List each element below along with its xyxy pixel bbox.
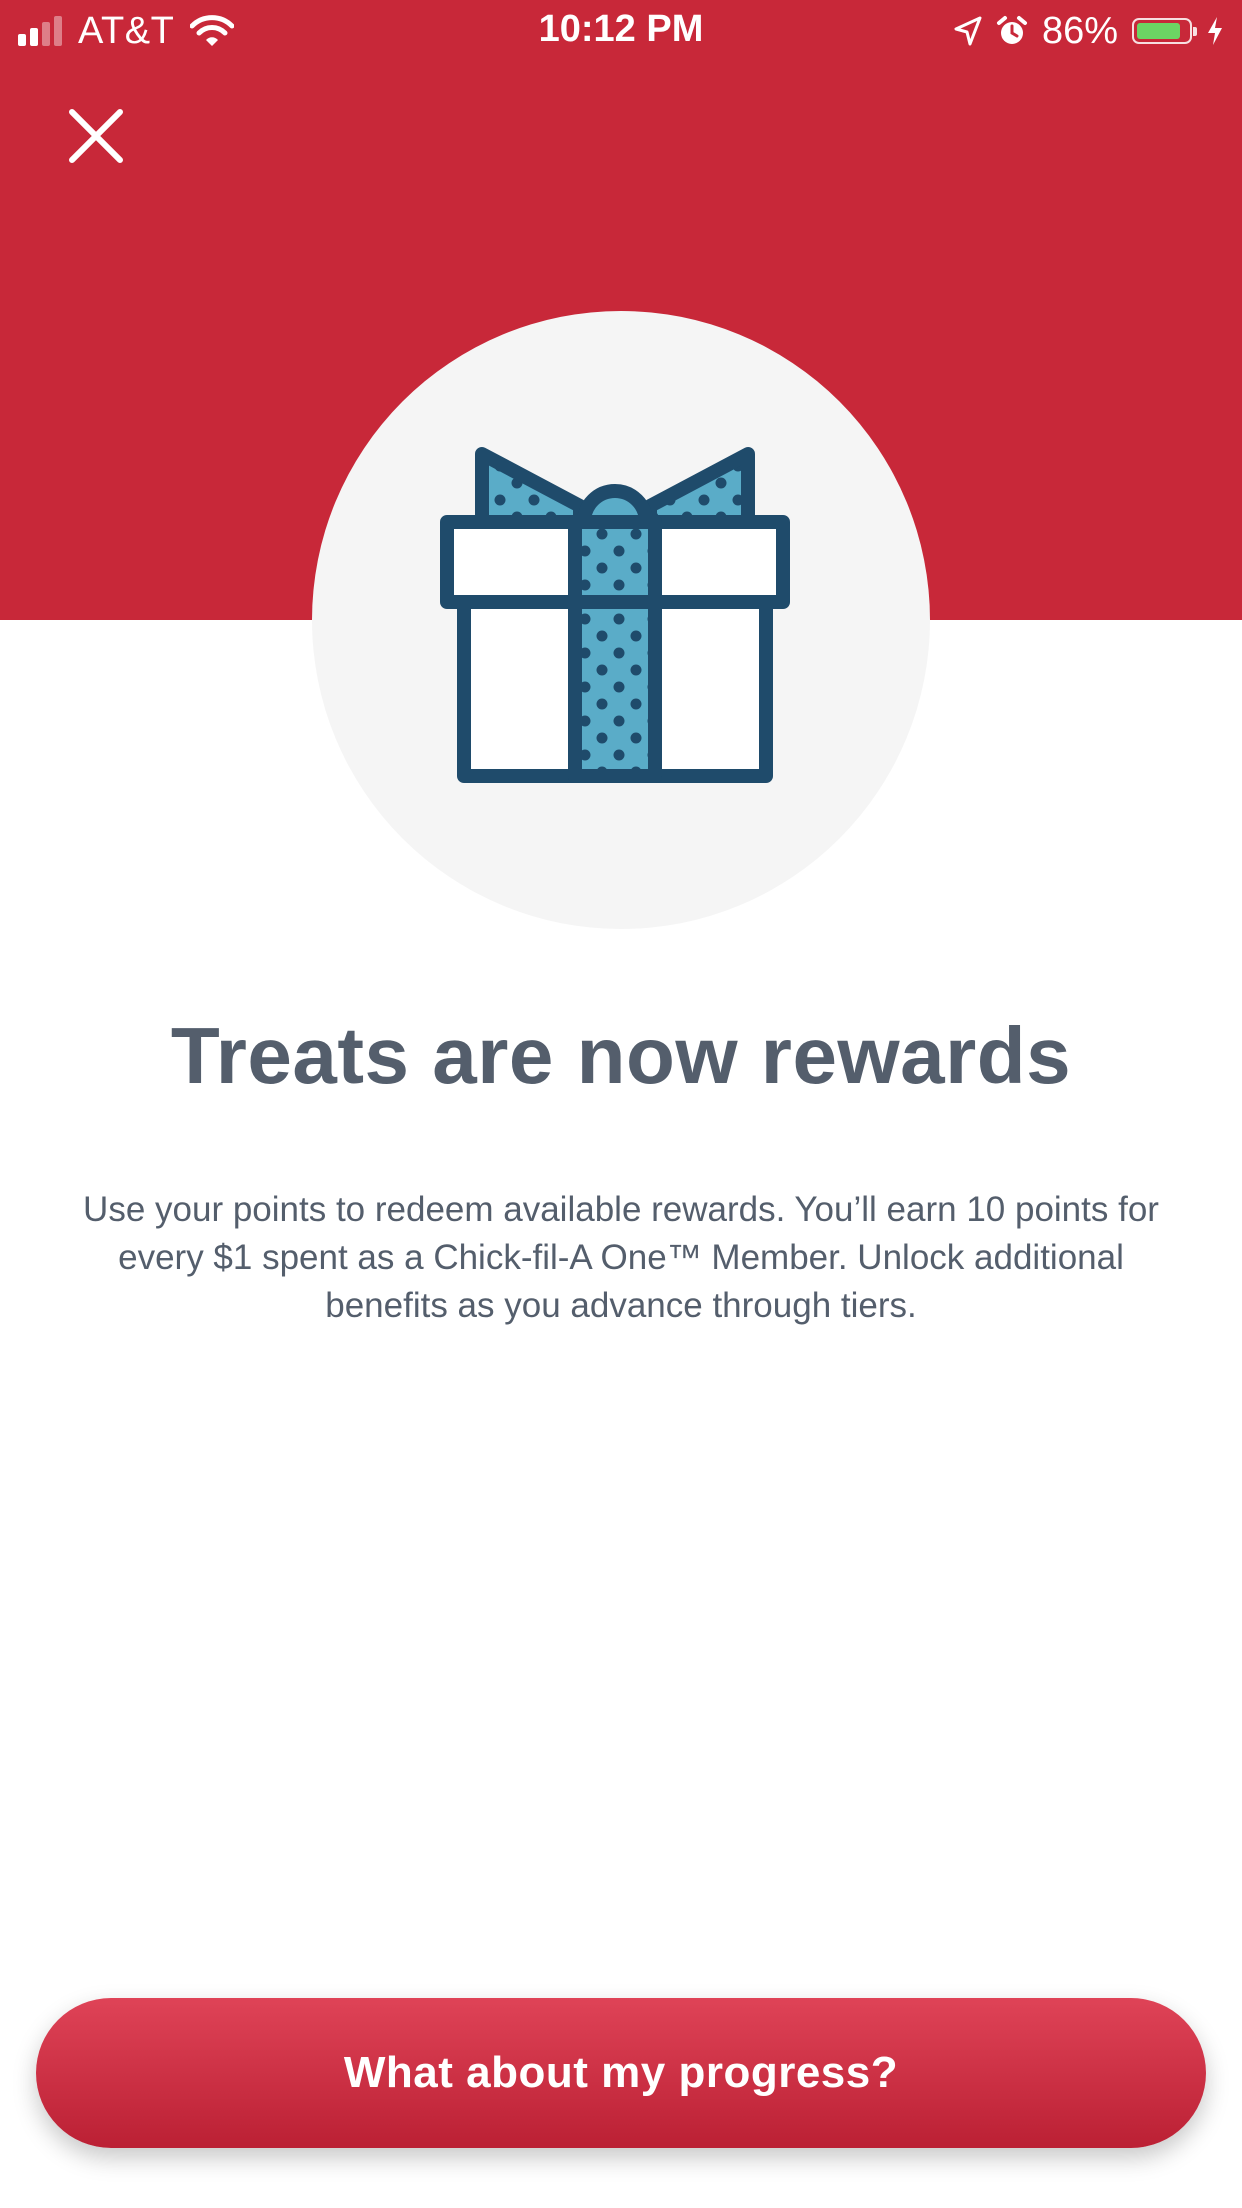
battery-fill bbox=[1137, 23, 1180, 39]
gift-icon bbox=[440, 447, 790, 783]
close-button[interactable] bbox=[60, 100, 132, 172]
status-bar: AT&T 10:12 PM 86% bbox=[0, 0, 1242, 62]
close-icon bbox=[69, 109, 123, 163]
location-arrow-icon bbox=[954, 16, 982, 46]
alarm-icon bbox=[996, 16, 1027, 44]
status-right: 86% bbox=[940, 10, 1224, 52]
battery-percent: 86% bbox=[1041, 9, 1118, 52]
battery-icon bbox=[1132, 18, 1197, 44]
page-title: Treats are now rewards bbox=[170, 1011, 1072, 1100]
progress-button[interactable]: What about my progress? bbox=[36, 1998, 1206, 2148]
charging-bolt-icon bbox=[1208, 17, 1222, 45]
description-text: Use your points to redeem available rewa… bbox=[83, 1190, 1159, 1325]
